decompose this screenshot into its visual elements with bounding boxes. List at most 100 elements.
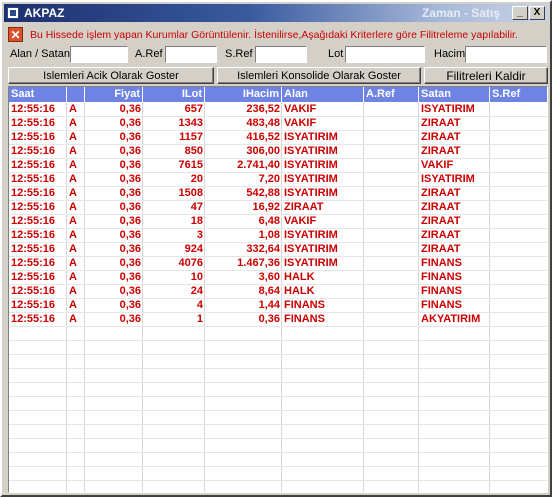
show-consolidated-button[interactable]: Islemleri Konsolide Olarak Goster [217,67,421,84]
table-row[interactable]: 12:55:16 A 0,36 20 7,20 ISYATIRIM ISYATIRIM [9,172,547,186]
table-row[interactable]: 12:55:16 A 0,36 47 16,92 ZIRAAT ZIRAAT [9,200,547,214]
cell-fiyat: 0,36 [119,243,141,255]
table-row[interactable]: 12:55:16 A 0,36 7615 2.741,40 ISYATIRIM VAKIF [9,158,547,172]
cell-aref [364,256,419,270]
cell-ihacim: 306,00 [246,145,280,157]
cell-satan: ZIRAAT [421,201,461,213]
cell-aref [364,144,419,158]
cell-alan: ISYATIRIM [284,243,338,255]
cell-fiyat: 0,36 [119,285,141,297]
header-col-saat[interactable]: Saat [9,87,67,102]
cell-sref [490,130,547,144]
cell-yon: A [69,215,77,227]
cell-sref [490,144,547,158]
cell-yon: A [69,229,77,241]
table-row[interactable]: 12:55:16 A 0,36 10 3,60 HALK FINANS [9,270,547,284]
header-col-sref[interactable]: S.Ref [490,87,547,102]
cell-sref [490,214,547,228]
cell-saat: 12:55:16 [11,173,56,185]
header-col-ihacim[interactable]: IHacim [205,87,282,102]
header-col-alan[interactable]: Alan [282,87,364,102]
table-row[interactable]: 12:55:16 A 0,36 924 332,64 ISYATIRIM ZIRAAT [9,242,547,256]
table-row[interactable]: 12:55:16 A 0,36 1508 542,88 ISYATIRIM ZIRAAT [9,186,547,200]
cell-fiyat: 0,36 [119,201,141,213]
cell-satan: AKYATIRIM [421,313,481,325]
cell-satan: ZIRAAT [421,243,461,255]
cell-ilot: 20 [190,173,203,185]
header-col-fiyat[interactable]: Fiyat [85,87,143,102]
row-divider [9,354,547,355]
cell-ihacim: 1,44 [258,299,280,311]
table-row[interactable]: 12:55:16 A 0,36 4076 1.467,36 ISYATIRIM FINANS [9,256,547,270]
cell-satan: ZIRAAT [421,117,461,129]
cell-ilot: 1 [196,313,203,325]
cell-ihacim: 0,36 [258,313,280,325]
sref-input[interactable] [255,46,307,63]
table-row[interactable]: 12:55:16 A 0,36 1 0,36 FINANS AKYATIRIM [9,312,547,326]
cell-aref [364,214,419,228]
app-window: AKPAZ Zaman - Satış _ X ✕ Bu Hissede işl… [0,0,552,497]
cell-ilot: 18 [190,215,203,227]
alan-satan-input[interactable] [70,46,128,63]
table-row[interactable]: 12:55:16 A 0,36 850 306,00 ISYATIRIM ZIRAAT [9,144,547,158]
title-bar[interactable]: AKPAZ Zaman - Satış _ X [4,4,548,22]
cell-fiyat: 0,36 [119,299,141,311]
cell-yon: A [69,103,77,115]
info-text: Bu Hissede işlem yapan Kurumlar Görüntül… [30,29,518,41]
row-divider [9,410,547,411]
table-row[interactable]: 12:55:16 A 0,36 18 6,48 VAKIF ZIRAAT [9,214,547,228]
cell-ihacim: 332,64 [246,243,280,255]
cell-satan: ZIRAAT [421,229,461,241]
cell-fiyat: 0,36 [119,271,141,283]
table-row[interactable]: 12:55:16 A 0,36 657 236,52 VAKIF ISYATIRIM [9,102,547,116]
cell-ilot: 10 [190,271,203,283]
cell-ilot: 47 [190,201,203,213]
trades-grid[interactable]: Saat Fiyat ILot IHacim Alan A.Ref Satan S.Ref 1… [8,86,548,493]
header-col-satan[interactable]: Satan [419,87,490,102]
cell-sref [490,284,547,298]
cell-alan: HALK [284,285,315,297]
header-col-ilot[interactable]: ILot [143,87,205,102]
table-row[interactable]: 12:55:16 A 0,36 3 1,08 ISYATIRIM ZIRAAT [9,228,547,242]
show-open-button[interactable]: Islemleri Acik Olarak Goster [8,67,214,84]
cell-saat: 12:55:16 [11,313,56,325]
cell-aref [364,312,419,326]
cell-alan: VAKIF [284,117,317,129]
cell-fiyat: 0,36 [119,173,141,185]
hacim-input[interactable] [465,46,547,63]
cell-fiyat: 0,36 [119,145,141,157]
cell-aref [364,102,419,116]
cell-fiyat: 0,36 [119,187,141,199]
close-button[interactable]: X [529,6,545,20]
cell-yon: A [69,187,77,199]
cell-alan: ISYATIRIM [284,131,338,143]
cell-yon: A [69,271,77,283]
table-row[interactable]: 12:55:16 A 0,36 4 1,44 FINANS FINANS [9,298,547,312]
cell-yon: A [69,299,77,311]
cell-yon: A [69,243,77,255]
cell-ihacim: 2.741,40 [237,159,280,171]
cell-saat: 12:55:16 [11,271,56,283]
cell-ilot: 1508 [178,187,203,199]
table-row[interactable]: 12:55:16 A 0,36 1343 483,48 VAKIF ZIRAAT [9,116,547,130]
lot-input[interactable] [345,46,425,63]
header-col-aref[interactable]: A.Ref [364,87,419,102]
cell-aref [364,270,419,284]
cell-ihacim: 236,52 [246,103,280,115]
clear-filters-button[interactable]: Filitreleri Kaldir [424,67,548,84]
row-divider [9,438,547,439]
table-row[interactable]: 12:55:16 A 0,36 24 8,64 HALK FINANS [9,284,547,298]
hacim-label: Hacim [434,48,466,60]
close-x-icon[interactable]: ✕ [8,27,23,42]
header-col-yon[interactable] [67,87,85,102]
cell-fiyat: 0,36 [119,159,141,171]
table-row[interactable]: 12:55:16 A 0,36 1157 416,52 ISYATIRIM ZIRAAT [9,130,547,144]
cell-yon: A [69,285,77,297]
cell-yon: A [69,201,77,213]
cell-satan: FINANS [421,299,462,311]
minimize-button[interactable]: _ [512,6,528,20]
window-icon[interactable] [7,7,19,19]
row-divider [9,382,547,383]
aref-input[interactable] [165,46,217,63]
cell-ilot: 24 [190,285,203,297]
